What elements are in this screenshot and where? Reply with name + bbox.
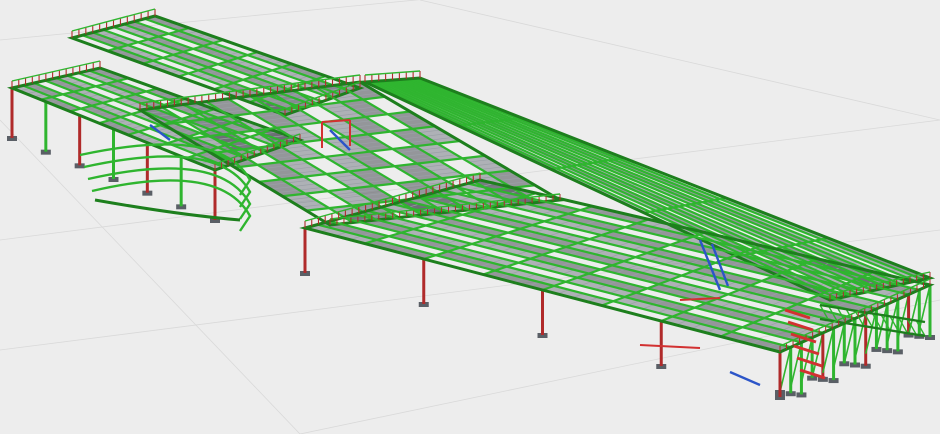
brace (822, 327, 835, 374)
brace (779, 347, 792, 393)
grid-line (0, 119, 301, 434)
blue-brace (729, 370, 761, 387)
grid-line (419, 0, 940, 121)
brace (907, 289, 921, 335)
brace (875, 303, 888, 350)
structural-model-canvas[interactable] (0, 0, 940, 434)
ramp-edge (94, 198, 241, 222)
grid-line (0, 0, 421, 41)
3d-viewport[interactable] (0, 0, 940, 434)
stair-flight (793, 344, 820, 356)
ramp-beam (91, 179, 252, 232)
red-brace (639, 344, 701, 349)
brace (811, 332, 824, 378)
